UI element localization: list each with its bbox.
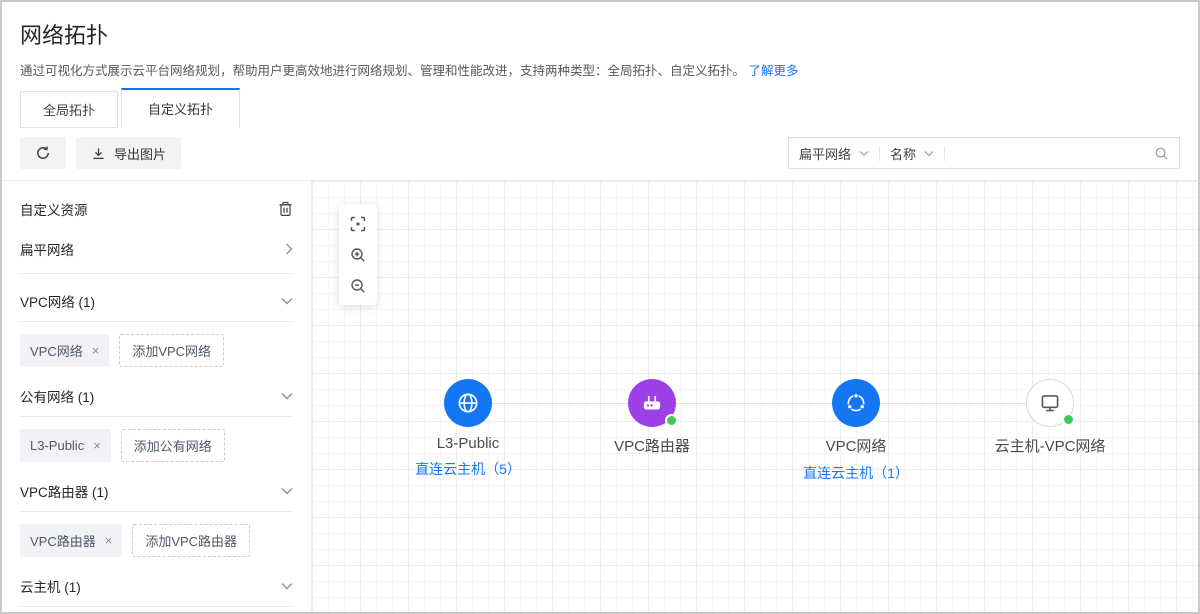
filter-field-value: 名称 — [890, 144, 916, 163]
vpc-network-icon — [843, 390, 869, 416]
flat-network-label: 扁平网络 — [20, 239, 74, 259]
monitor-icon — [1037, 390, 1063, 416]
node-vpc-network-circle[interactable] — [832, 379, 880, 427]
status-dot — [1062, 413, 1075, 426]
trash-icon[interactable] — [278, 201, 293, 217]
topology-canvas[interactable]: L3-Public 直连云主机（5） — [312, 181, 1198, 612]
resource-tag[interactable]: L3-Public × — [20, 429, 111, 462]
canvas-zoom-panel — [339, 204, 377, 305]
section-header-vm[interactable]: 云主机 (1) — [20, 559, 293, 607]
chevron-down-icon — [281, 297, 293, 305]
section-header-public-network[interactable]: 公有网络 (1) — [20, 369, 293, 417]
node-l3-public-circle[interactable] — [444, 379, 492, 427]
learn-more-link[interactable]: 了解更多 — [749, 64, 799, 78]
node-name: VPC路由器 — [614, 435, 690, 456]
main-area: 自定义资源 扁平网络 VPC网络 (1) — [2, 181, 1198, 612]
chevron-right-icon — [285, 243, 293, 255]
node-vpc-router-circle[interactable] — [628, 379, 676, 427]
section-title: 云主机 (1) — [20, 576, 81, 596]
section-title: VPC路由器 (1) — [20, 481, 109, 501]
resource-tag-label: L3-Public — [30, 438, 84, 453]
page-title: 网络拓扑 — [20, 18, 1180, 50]
export-image-button[interactable]: 导出图片 — [76, 137, 181, 169]
node-name: VPC网络 — [826, 435, 887, 456]
sidebar-title: 自定义资源 — [20, 199, 88, 219]
globe-icon — [455, 390, 481, 416]
section-tags: L3-Public × 添加公有网络 — [20, 417, 293, 464]
section-tags: VPC路由器 × 添加VPC路由器 — [20, 512, 293, 559]
tab-global-topology[interactable]: 全局拓扑 — [20, 91, 118, 128]
section-header-vpc-router[interactable]: VPC路由器 (1) — [20, 464, 293, 512]
node-vpc-router: VPC路由器 — [552, 379, 752, 456]
search-icon[interactable] — [1154, 146, 1169, 161]
close-icon[interactable]: × — [92, 344, 100, 357]
section-header-vpc-network[interactable]: VPC网络 (1) — [20, 274, 293, 322]
sidebar-section-vpc-router: VPC路由器 (1) VPC路由器 × 添加VPC路由器 — [20, 464, 293, 559]
download-icon — [91, 146, 106, 161]
custom-resource-sidebar: 自定义资源 扁平网络 VPC网络 (1) — [2, 181, 312, 612]
chevron-down-icon — [924, 150, 934, 157]
tab-custom-topology[interactable]: 自定义拓扑 — [121, 88, 240, 128]
node-l3-public: L3-Public 直连云主机（5） — [368, 379, 568, 479]
network-topology-page: 网络拓扑 通过可视化方式展示云平台网络规划，帮助用户更高效地进行网络规划、管理和… — [0, 0, 1200, 614]
add-vpc-network-button[interactable]: 添加VPC网络 — [119, 334, 224, 367]
resource-tag-label: VPC路由器 — [30, 531, 96, 550]
toolbar-left: 导出图片 — [20, 137, 181, 169]
zoom-in-icon[interactable] — [339, 239, 377, 270]
close-icon[interactable]: × — [105, 534, 113, 547]
sidebar-header: 自定义资源 — [20, 199, 293, 219]
filter-field-select[interactable]: 名称 — [890, 144, 934, 163]
sidebar-section-vpc-network: VPC网络 (1) VPC网络 × 添加VPC网络 — [20, 274, 293, 369]
node-name: L3-Public — [437, 435, 500, 452]
page-description: 通过可视化方式展示云平台网络规划，帮助用户更高效地进行网络规划、管理和性能改进，… — [20, 60, 1180, 79]
section-tags: VPC网络 × 添加VPC网络 — [20, 322, 293, 369]
chevron-down-icon — [281, 487, 293, 495]
node-vm: 云主机-VPC网络 — [950, 379, 1150, 456]
add-public-network-button[interactable]: 添加公有网络 — [121, 429, 225, 462]
segment-divider — [944, 146, 945, 161]
resource-tag[interactable]: VPC网络 × — [20, 334, 109, 367]
close-icon[interactable]: × — [93, 439, 101, 452]
section-title: 公有网络 (1) — [20, 386, 94, 406]
resource-tag-label: VPC网络 — [30, 341, 83, 360]
add-vpc-router-button[interactable]: 添加VPC路由器 — [132, 524, 250, 557]
fit-view-icon[interactable] — [339, 208, 377, 239]
chevron-down-icon — [281, 582, 293, 590]
export-image-label: 导出图片 — [114, 144, 166, 163]
topology-search-input[interactable] — [955, 146, 1154, 161]
toolbar: 导出图片 扁平网络 名称 — [2, 128, 1198, 181]
refresh-button[interactable] — [20, 137, 66, 169]
page-header: 网络拓扑 通过可视化方式展示云平台网络规划，帮助用户更高效地进行网络规划、管理和… — [2, 2, 1198, 79]
chevron-down-icon — [281, 392, 293, 400]
section-tags: 云主机-VPC网络 × 添加云主机 — [20, 607, 293, 612]
filter-type-select[interactable]: 扁平网络 — [799, 144, 869, 163]
segment-divider — [879, 146, 880, 161]
connected-vms-link[interactable]: 直连云主机（1） — [803, 463, 909, 483]
connected-vms-link[interactable]: 直连云主机（5） — [415, 459, 521, 479]
resource-tag[interactable]: VPC路由器 × — [20, 524, 122, 557]
sidebar-section-vm: 云主机 (1) 云主机-VPC网络 × 添加云主机 — [20, 559, 293, 612]
sidebar-item-flat-network[interactable]: 扁平网络 — [20, 223, 293, 274]
router-icon — [639, 390, 665, 416]
node-vpc-network: VPC网络 直连云主机（1） — [756, 379, 956, 483]
page-description-text: 通过可视化方式展示云平台网络规划，帮助用户更高效地进行网络规划、管理和性能改进，… — [20, 64, 745, 78]
filter-type-value: 扁平网络 — [799, 144, 851, 163]
zoom-out-icon[interactable] — [339, 270, 377, 301]
section-title: VPC网络 (1) — [20, 291, 95, 311]
status-dot — [665, 414, 678, 427]
topology-search-bar: 扁平网络 名称 — [788, 137, 1180, 169]
node-name: 云主机-VPC网络 — [995, 435, 1106, 456]
refresh-icon — [35, 145, 51, 161]
chevron-down-icon — [859, 150, 869, 157]
sidebar-section-public-network: 公有网络 (1) L3-Public × 添加公有网络 — [20, 369, 293, 464]
topology-tabs: 全局拓扑 自定义拓扑 — [2, 88, 1198, 128]
node-vm-circle[interactable] — [1026, 379, 1074, 427]
